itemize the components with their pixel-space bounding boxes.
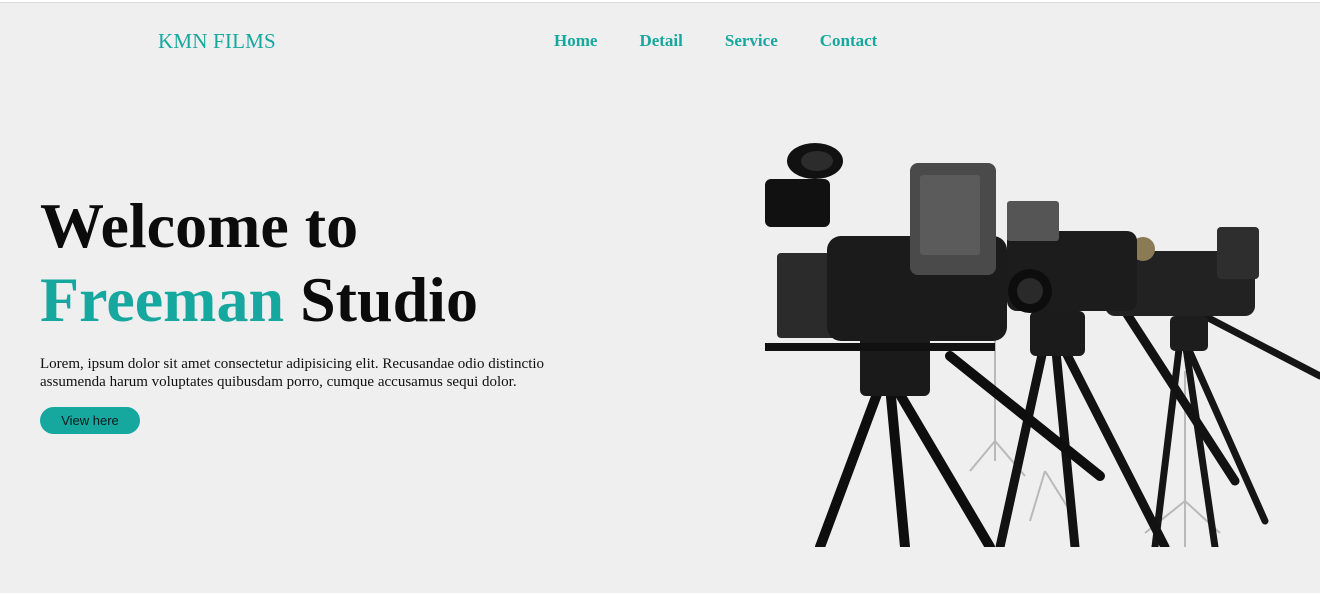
hero-description: Lorem, ipsum dolor sit amet consectetur … xyxy=(40,356,545,390)
view-here-button[interactable]: View here xyxy=(40,407,140,434)
nav-contact-link[interactable]: Contact xyxy=(820,31,878,51)
video-cameras-on-tripods-image xyxy=(765,143,1320,547)
nav-service-link[interactable]: Service xyxy=(725,31,778,51)
nav-detail-link[interactable]: Detail xyxy=(639,31,682,51)
main-nav: Home Detail Service Contact xyxy=(554,31,919,51)
nav-home-link[interactable]: Home xyxy=(554,31,597,51)
hero-title-rest: Studio xyxy=(300,264,478,335)
hero-title-line1: Welcome to xyxy=(40,190,359,261)
page: KMN FILMS Home Detail Service Contact We… xyxy=(0,2,1320,593)
hero-title-accent: Freeman xyxy=(40,264,285,335)
hero-title: Welcome to Freeman Studio xyxy=(40,189,478,337)
brand-logo[interactable]: KMN FILMS xyxy=(158,29,276,54)
